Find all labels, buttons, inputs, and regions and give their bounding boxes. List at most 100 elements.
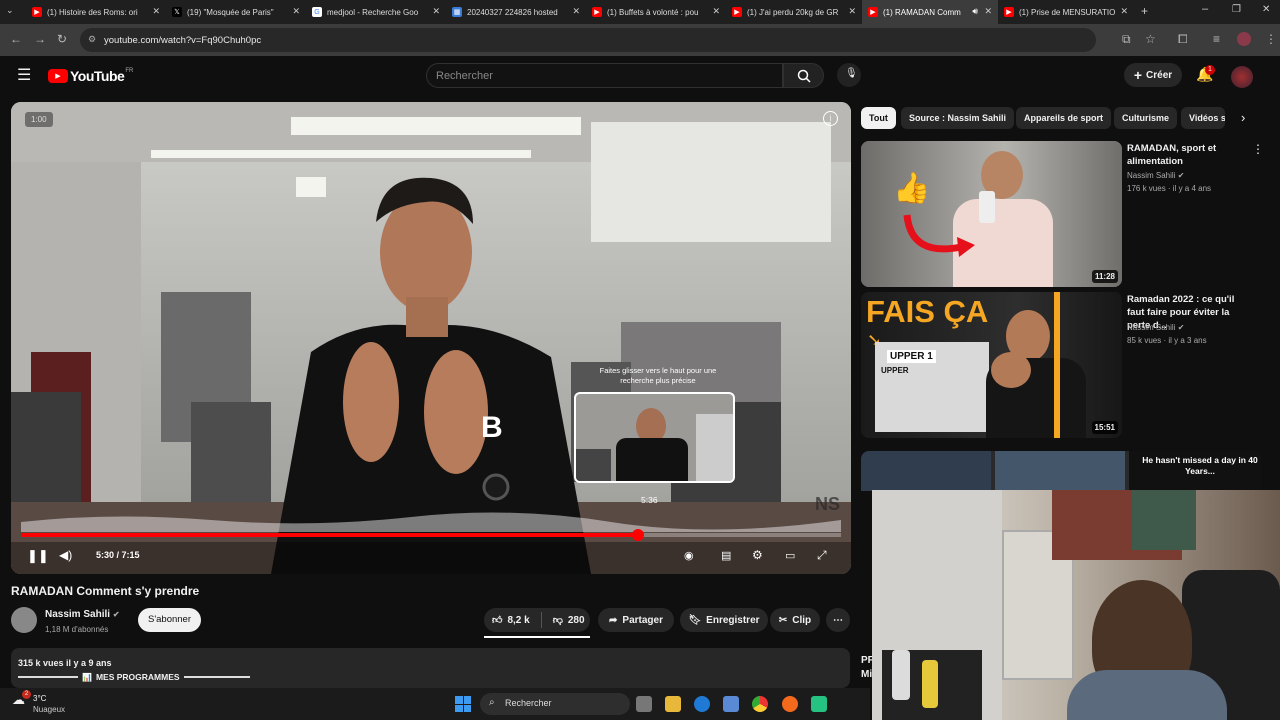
more-actions-button[interactable]: ⋯: [826, 608, 850, 632]
progress-scrubber[interactable]: [631, 529, 644, 541]
tab-search-icon[interactable]: ⌄: [6, 5, 14, 16]
rec-title-1[interactable]: RAMADAN, sport et alimentation: [1127, 142, 1247, 168]
fullscreen-icon[interactable]: ⤢: [817, 548, 827, 563]
browser-tab[interactable]: Gmedjool - Recherche Goo ✕: [306, 0, 446, 24]
edge-icon[interactable]: [694, 696, 710, 712]
settings-gear-icon[interactable]: ⚙: [752, 548, 763, 562]
chip-source[interactable]: Source : Nassim Sahili: [901, 107, 1015, 129]
minimize-button[interactable]: –: [1202, 3, 1208, 15]
account-avatar[interactable]: [1231, 66, 1253, 88]
rec-channel-2[interactable]: Nassim Sahili: [1127, 323, 1175, 332]
browser-tab[interactable]: 𝕏 (19) "Mosquée de Paris" ✕: [166, 0, 306, 24]
taskbar-search[interactable]: ⌕ Rechercher: [480, 693, 630, 715]
thumbs-up-emoji-icon: 👍: [893, 172, 931, 205]
browser-tab[interactable]: ▶ (1) Buffets à volonté : pou ✕: [586, 0, 726, 24]
task-view-icon[interactable]: [636, 696, 652, 712]
chips-next-icon[interactable]: ›: [1241, 110, 1245, 125]
chip-videos[interactable]: Vidéos s: [1181, 107, 1225, 129]
weather-badge: 2: [22, 690, 31, 699]
profile-avatar[interactable]: [1237, 32, 1251, 46]
youtube-logo[interactable]: ▶ YouTube FR: [48, 68, 133, 84]
chip-sport-equipment[interactable]: Appareils de sport: [1016, 107, 1112, 129]
progress-bar[interactable]: [21, 533, 841, 537]
app-icon[interactable]: [811, 696, 827, 712]
tab-audio-icon[interactable]: 🔊︎: [972, 6, 978, 17]
info-icon[interactable]: i: [823, 111, 838, 126]
media-control-icon[interactable]: ≡: [1213, 32, 1220, 46]
rec-thumb-text-2: FAIS ÇA: [866, 294, 989, 329]
video-title: RAMADAN Comment s'y prendre: [11, 584, 200, 598]
store-icon[interactable]: [723, 696, 739, 712]
rec-thumbnail-3[interactable]: He hasn't missed a day in 40 Years...: [861, 451, 1261, 491]
rec-channel-1[interactable]: Nassim Sahili: [1127, 171, 1175, 180]
chrome-icon[interactable]: [752, 696, 768, 712]
tab-close-icon[interactable]: ✕: [152, 6, 160, 17]
subscribe-button[interactable]: S'abonner: [138, 608, 201, 632]
browser-tab[interactable]: ▦ 20240327 224826 hosted ✕: [446, 0, 586, 24]
dislike-button[interactable]: 👎︎ 280: [553, 614, 585, 627]
rec-more-icon-1[interactable]: ⋮: [1252, 142, 1264, 156]
rec-thumbnail-2[interactable]: FAIS ÇA ➘ UPPER 1 UPPER 15:51: [861, 292, 1122, 438]
address-bar[interactable]: ⚙ youtube.com/watch?v=Fq90Chuh0pc: [80, 28, 1096, 52]
bookmark-star-icon[interactable]: ☆: [1145, 32, 1156, 46]
subtitles-icon[interactable]: ▤: [721, 549, 731, 562]
search-button[interactable]: [783, 63, 824, 88]
tab-close-icon[interactable]: ✕: [712, 6, 720, 17]
hamburger-menu-icon[interactable]: ☰: [17, 65, 31, 85]
theater-mode-icon[interactable]: ▭: [785, 549, 795, 562]
like-button[interactable]: 👍︎ 8,2 k: [492, 614, 530, 627]
channel-avatar[interactable]: [11, 607, 37, 633]
volume-icon[interactable]: ◀): [59, 548, 72, 562]
voice-search-button[interactable]: 🎙: [837, 63, 861, 87]
more-horizontal-icon: ⋯: [833, 614, 843, 626]
save-button[interactable]: 🔖︎ Enregistrer: [680, 608, 768, 632]
clip-button[interactable]: ✂ Clip: [770, 608, 820, 632]
rec-thumbnail-1[interactable]: 👍 11:28: [861, 141, 1122, 287]
video-player[interactable]: B 1:00 i NS Faites glisser vers le haut …: [11, 102, 851, 574]
chip-all[interactable]: Tout: [861, 107, 896, 129]
autoplay-toggle-icon[interactable]: ◉: [684, 549, 694, 562]
windows-start-icon[interactable]: [455, 696, 471, 712]
chart-emoji-icon: 📊: [82, 672, 92, 682]
maximize-button[interactable]: ❐: [1232, 4, 1241, 15]
new-tab-button[interactable]: +: [1141, 4, 1148, 18]
browser-tab[interactable]: ▶ (1) Histoire des Roms: ori ✕: [26, 0, 166, 24]
chip-bodybuilding[interactable]: Culturisme: [1114, 107, 1178, 129]
red-arrow-icon: [903, 214, 975, 257]
forward-icon[interactable]: →: [34, 32, 46, 46]
logo-text: YouTube: [70, 68, 125, 84]
browser-tab[interactable]: ▶ (1) Prise de MENSURATIO ✕: [998, 0, 1134, 24]
taskbar-search-label: Rechercher: [505, 698, 552, 708]
tab-title: medjool - Recherche Goo: [327, 7, 419, 17]
tab-close-icon[interactable]: ✕: [572, 6, 580, 17]
file-explorer-icon[interactable]: [665, 696, 681, 712]
microphone-icon: 🎙: [845, 68, 858, 79]
weather-widget[interactable]: ☁ 2: [12, 690, 31, 710]
site-info-icon[interactable]: ⚙: [88, 34, 96, 45]
close-window-button[interactable]: ✕: [1262, 4, 1270, 15]
firefox-icon[interactable]: [782, 696, 798, 712]
create-button[interactable]: + Créer: [1124, 63, 1182, 87]
back-icon[interactable]: ←: [10, 32, 22, 46]
share-button[interactable]: ➦ Partager: [598, 608, 674, 632]
extensions-icon[interactable]: ⧠: [1178, 32, 1188, 47]
tab-close-icon[interactable]: ✕: [432, 6, 440, 17]
plus-icon: +: [1133, 67, 1143, 83]
tab-title: (19) "Mosquée de Paris": [187, 7, 274, 17]
tab-close-icon[interactable]: ✕: [984, 6, 992, 17]
pause-icon[interactable]: ❚❚: [27, 548, 49, 564]
description-box[interactable]: 315 k vues il y a 9 ans 📊 MES PROGRAMMES: [11, 648, 850, 688]
browser-tab[interactable]: ▶ (1) J'ai perdu 20kg de GR ✕: [726, 0, 862, 24]
channel-name-row[interactable]: Nassim Sahili ✔: [45, 609, 120, 620]
cast-icon[interactable]: ⧉: [1122, 32, 1131, 47]
reload-icon[interactable]: ↻: [57, 32, 67, 46]
chrome-menu-icon[interactable]: ⋮: [1265, 32, 1277, 46]
browser-tab[interactable]: ▶ (1) RAMADAN Comm 🔊︎ ✕: [862, 0, 998, 24]
search-placeholder: Rechercher: [436, 70, 493, 82]
tab-close-icon[interactable]: ✕: [292, 6, 300, 17]
search-input[interactable]: Rechercher: [426, 63, 783, 88]
search-icon: [797, 69, 811, 83]
tab-close-icon[interactable]: ✕: [1120, 6, 1128, 17]
tab-close-icon[interactable]: ✕: [848, 6, 856, 17]
create-label: Créer: [1146, 69, 1173, 81]
